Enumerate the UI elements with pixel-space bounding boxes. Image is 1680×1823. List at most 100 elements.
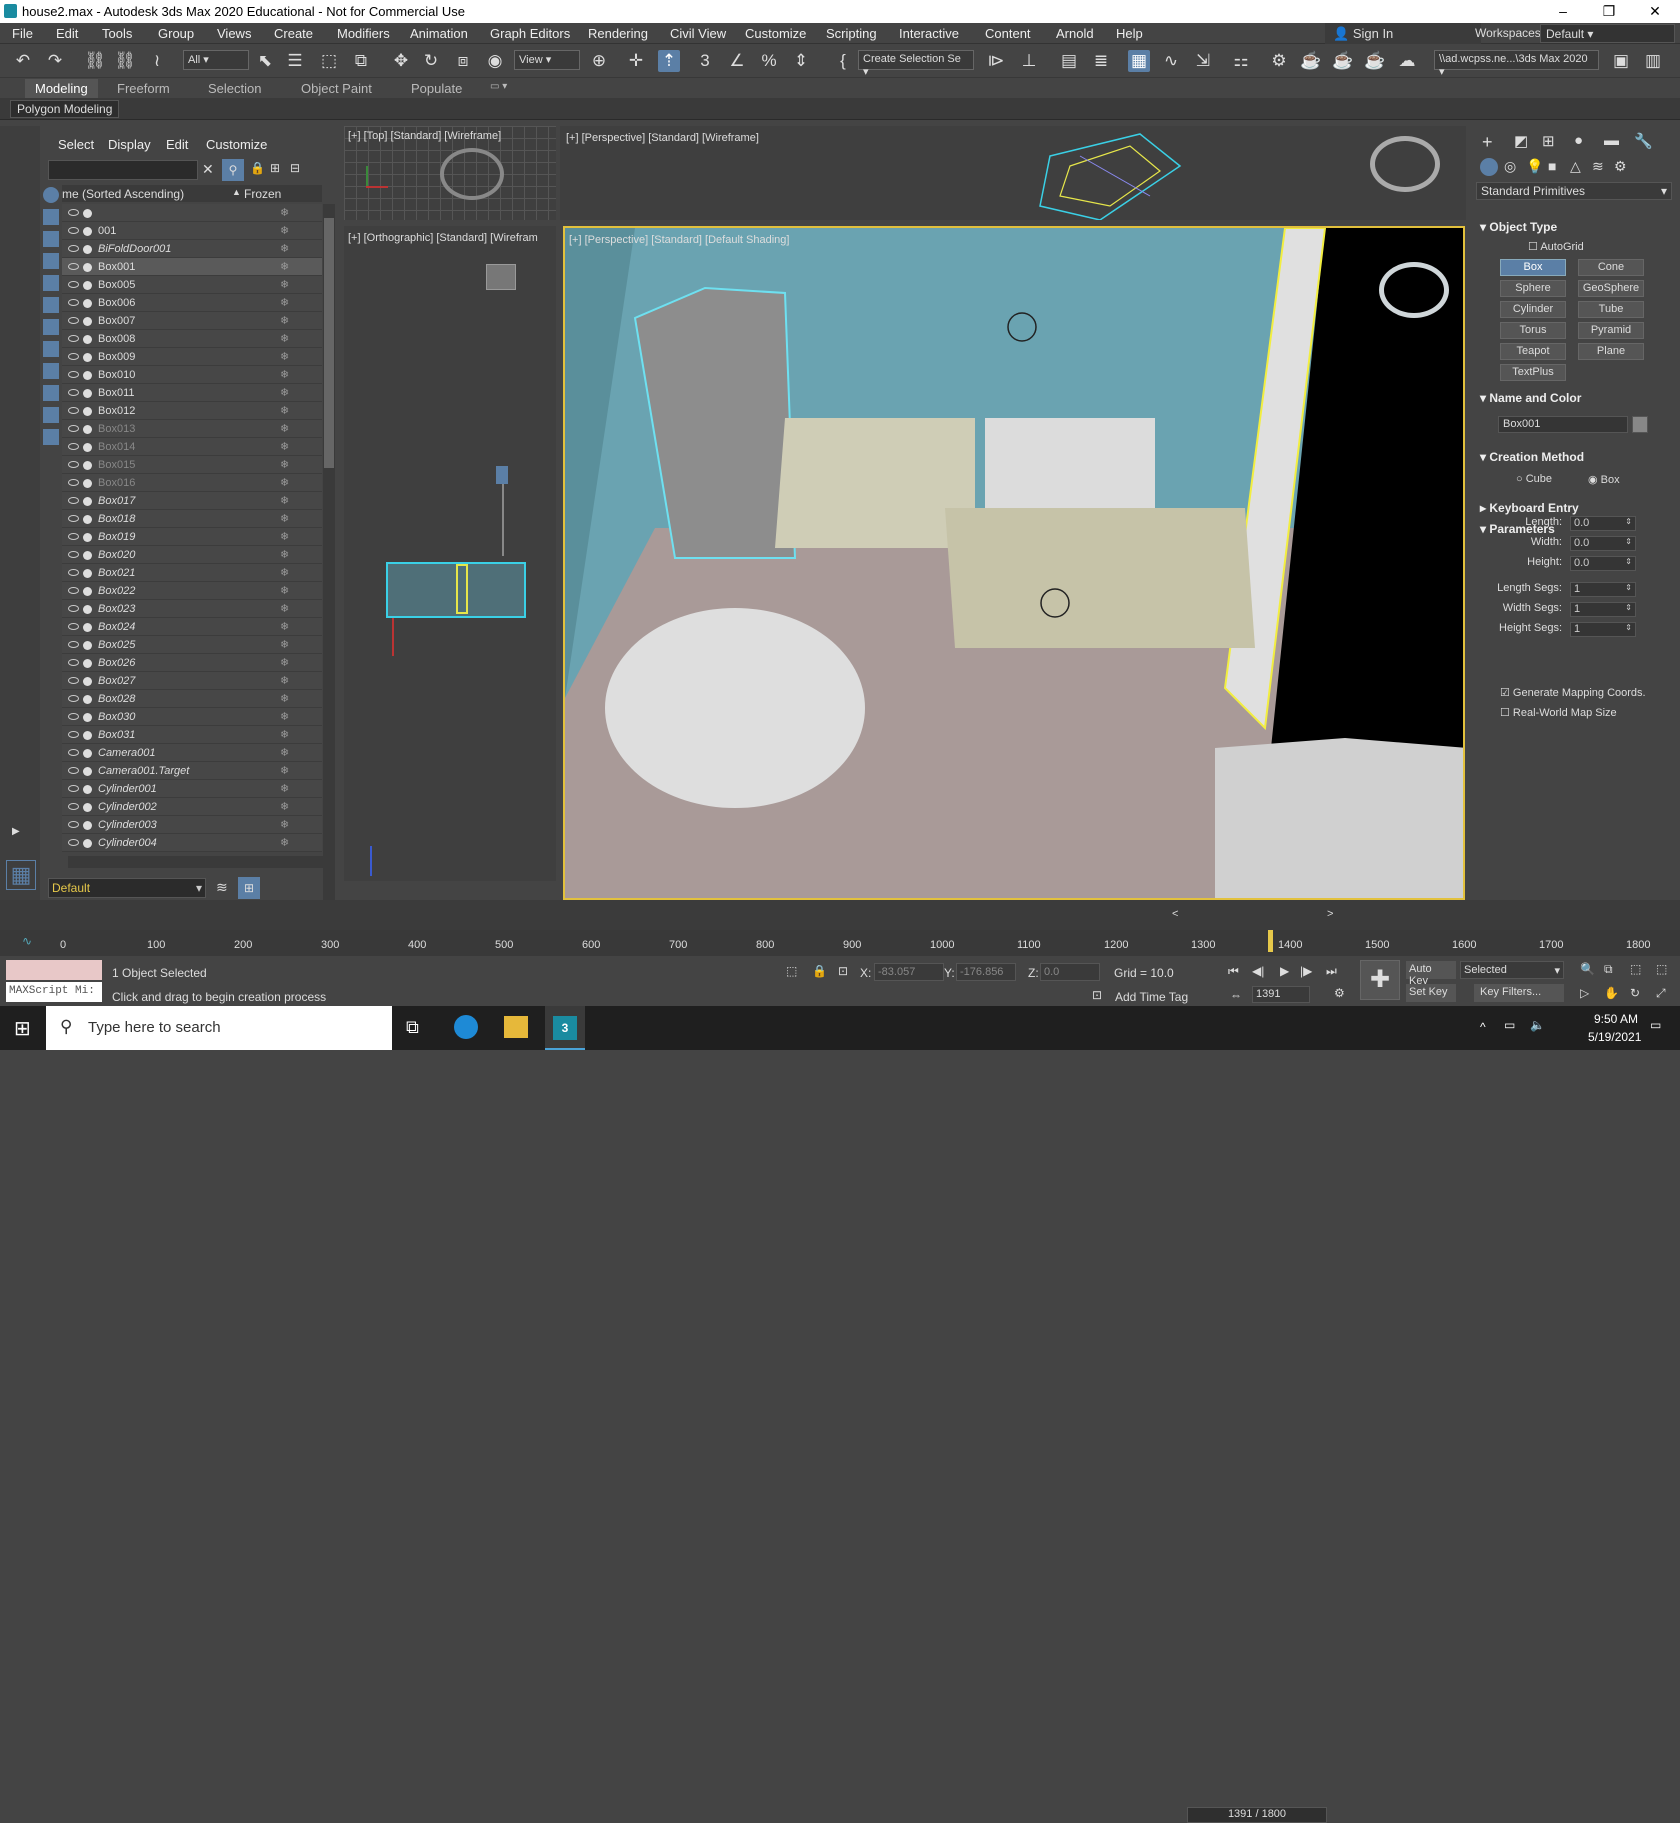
param-spinner[interactable]: 1 ⇕	[1570, 622, 1636, 637]
freeze-icon[interactable]: ❄	[280, 222, 289, 240]
clock-date[interactable]: 5/19/2021	[1588, 1030, 1641, 1044]
menu-tools[interactable]: Tools	[102, 26, 132, 41]
layer-stack-icon[interactable]: ≋	[216, 879, 228, 896]
maximize-viewport-icon[interactable]: ⤢	[1656, 986, 1666, 1001]
freeze-icon[interactable]: ❄	[280, 240, 289, 258]
freeze-icon[interactable]: ❄	[280, 744, 289, 762]
menu-modifiers[interactable]: Modifiers	[337, 26, 390, 41]
cameras-filter-icon[interactable]	[43, 253, 59, 269]
eye-icon[interactable]	[68, 731, 79, 738]
eye-icon[interactable]	[68, 641, 79, 648]
visibility-dot-icon[interactable]	[83, 605, 92, 614]
freeze-icon[interactable]: ❄	[280, 312, 289, 330]
prev-key-icon[interactable]: ◀|	[1252, 964, 1264, 978]
link-icon[interactable]: ⛓	[84, 50, 106, 72]
clock-time[interactable]: 9:50 AM	[1594, 1012, 1638, 1026]
snaps-toggle-icon[interactable]: 3	[694, 50, 716, 72]
table-row[interactable]: Cylinder001 ❄	[62, 780, 322, 798]
layer-hierarchy-icon[interactable]: ⊟	[290, 161, 300, 175]
freeze-icon[interactable]: ❄	[280, 564, 289, 582]
undo-icon[interactable]: ↶	[12, 50, 34, 72]
freeze-icon[interactable]: ❄	[280, 258, 289, 276]
eye-icon[interactable]	[68, 749, 79, 756]
minimize-button[interactable]: –	[1540, 0, 1586, 23]
freeze-icon[interactable]: ❄	[280, 636, 289, 654]
freeze-icon[interactable]: ❄	[280, 204, 289, 222]
placement-icon[interactable]: ◉	[484, 50, 506, 72]
eye-icon[interactable]	[68, 461, 79, 468]
freeze-icon[interactable]: ❄	[280, 510, 289, 528]
table-row[interactable]: ❄	[62, 204, 322, 222]
next-frame-icon[interactable]: >	[1327, 908, 1333, 920]
table-row[interactable]: Box015 ❄	[62, 456, 322, 474]
visibility-dot-icon[interactable]	[83, 839, 92, 848]
current-layer-dropdown[interactable]: Default ▾	[48, 878, 206, 898]
visibility-dot-icon[interactable]	[83, 641, 92, 650]
table-row[interactable]: Box026 ❄	[62, 654, 322, 672]
zoom-all-icon[interactable]: ⧉	[1604, 962, 1613, 977]
helpers-category-icon[interactable]: △	[1570, 158, 1581, 175]
table-row[interactable]: Cylinder002 ❄	[62, 798, 322, 816]
curve-editor-icon[interactable]: ∿	[1160, 50, 1182, 72]
eye-icon[interactable]	[68, 371, 79, 378]
menu-group[interactable]: Group	[158, 26, 194, 41]
visibility-dot-icon[interactable]	[83, 695, 92, 704]
select-manipulate-icon[interactable]: ✛	[625, 50, 647, 72]
freeze-icon[interactable]: ❄	[280, 456, 289, 474]
groups-filter-icon[interactable]	[43, 319, 59, 335]
helpers-filter-icon[interactable]	[43, 275, 59, 291]
lock-icon[interactable]: 🔒	[250, 161, 265, 175]
freeze-icon[interactable]: ❄	[280, 528, 289, 546]
eye-icon[interactable]	[68, 299, 79, 306]
freeze-icon[interactable]: ❄	[280, 816, 289, 834]
plane-button[interactable]: Plane	[1578, 343, 1644, 360]
lights-filter-icon[interactable]	[43, 231, 59, 247]
eye-icon[interactable]	[68, 515, 79, 522]
eye-icon[interactable]	[68, 821, 79, 828]
filter-icon[interactable]: ⚲	[222, 159, 244, 181]
table-row[interactable]: Box030 ❄	[62, 708, 322, 726]
autogrid-checkbox[interactable]: ☐ AutoGrid	[1528, 240, 1584, 253]
menu-file[interactable]: File	[12, 26, 33, 41]
sphere-button[interactable]: Sphere	[1500, 280, 1566, 297]
eye-icon[interactable]	[68, 713, 79, 720]
frozen-filter-icon[interactable]	[43, 407, 59, 423]
layer-explorer-icon[interactable]: ≣	[1090, 50, 1112, 72]
visibility-dot-icon[interactable]	[83, 371, 92, 380]
utilities-tab-icon[interactable]: 🔧	[1634, 132, 1653, 150]
curve-editor-mini-icon[interactable]: ∿	[22, 934, 32, 948]
eye-icon[interactable]	[68, 389, 79, 396]
table-row[interactable]: Box012 ❄	[62, 402, 322, 420]
eye-icon[interactable]	[68, 551, 79, 558]
eye-icon[interactable]	[68, 533, 79, 540]
visibility-dot-icon[interactable]	[83, 731, 92, 740]
task-view-icon[interactable]: ⧉	[406, 1017, 419, 1038]
table-row[interactable]: Box027 ❄	[62, 672, 322, 690]
select-by-name-icon[interactable]: ☰	[284, 50, 306, 72]
visibility-dot-icon[interactable]	[83, 443, 92, 452]
table-row[interactable]: Box007 ❄	[62, 312, 322, 330]
zoom-extents-all-icon[interactable]: ⬚	[1656, 962, 1667, 976]
track-bar[interactable]: ∿ 0 100 200 300 400 500 600 700 800 900 1000 1100 12…	[0, 930, 1680, 956]
object-name-input[interactable]: Box001	[1498, 416, 1628, 433]
table-row[interactable]: Box016 ❄	[62, 474, 322, 492]
containers-filter-icon[interactable]	[43, 385, 59, 401]
name-color-rollout[interactable]: ▾ Name and Color	[1480, 391, 1675, 405]
geometry-category-icon[interactable]	[1480, 158, 1498, 176]
eye-icon[interactable]	[68, 587, 79, 594]
y-coordinate-field[interactable]: -176.856	[956, 963, 1016, 981]
eye-icon[interactable]	[68, 407, 79, 414]
shapes-category-icon[interactable]: ◎	[1504, 158, 1516, 175]
rendered-frame-icon[interactable]: ☕	[1332, 50, 1354, 72]
visibility-dot-icon[interactable]	[83, 245, 92, 254]
menu-scripting[interactable]: Scripting	[826, 26, 877, 41]
torus-button[interactable]: Torus	[1500, 322, 1566, 339]
zoom-extents-icon[interactable]: ⬚	[1630, 962, 1641, 976]
cube-radio[interactable]: ○ Cube	[1516, 473, 1552, 485]
visibility-dot-icon[interactable]	[83, 425, 92, 434]
spinner-snap-icon[interactable]: ⇕	[790, 50, 812, 72]
freeze-icon[interactable]: ❄	[280, 294, 289, 312]
eye-icon[interactable]	[68, 785, 79, 792]
ribbon-options-icon[interactable]: ▭ ▾	[490, 81, 507, 92]
workspace-dropdown[interactable]: Default ▾	[1540, 24, 1675, 43]
